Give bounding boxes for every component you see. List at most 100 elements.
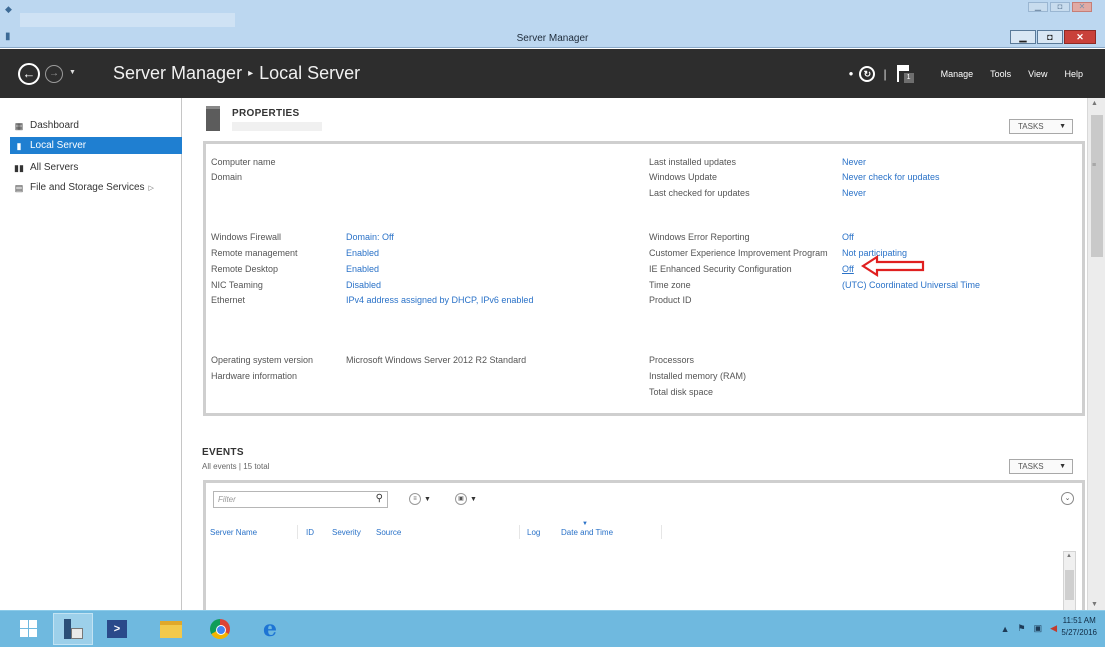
events-list-scrollbar[interactable]: ▲ bbox=[1063, 551, 1076, 615]
taskbar-chrome[interactable] bbox=[200, 613, 240, 645]
save-options-icon: ▣ bbox=[455, 493, 467, 505]
menu-tools[interactable]: Tools bbox=[990, 69, 1011, 79]
chevron-down-icon: ▼ bbox=[1059, 123, 1066, 130]
sidebar-item-dashboard[interactable]: ▦ Dashboard bbox=[10, 117, 182, 134]
properties-title: PROPERTIES bbox=[232, 108, 300, 119]
menu-manage[interactable]: Manage bbox=[941, 69, 974, 79]
search-icon[interactable]: ⚲ bbox=[376, 493, 383, 504]
chevron-down-icon: ▼ bbox=[1059, 463, 1066, 470]
last-installed-updates-link[interactable]: Never bbox=[842, 157, 866, 167]
taskbar-internet-explorer[interactable]: e bbox=[250, 613, 290, 645]
chrome-icon bbox=[210, 619, 230, 639]
server-manager-icon bbox=[63, 619, 83, 639]
toolbar-divider: | bbox=[883, 66, 887, 81]
column-header-id[interactable]: ID bbox=[306, 528, 314, 537]
powershell-icon: > bbox=[107, 620, 127, 638]
sidebar-item-local-server[interactable]: ▮ Local Server bbox=[10, 137, 182, 154]
filter-input[interactable] bbox=[214, 492, 364, 507]
breadcrumb-root[interactable]: Server Manager bbox=[113, 63, 242, 83]
network-icon[interactable]: ▣ bbox=[1034, 623, 1043, 634]
column-divider bbox=[519, 525, 520, 539]
history-dropdown-icon[interactable]: ▼ bbox=[69, 69, 76, 76]
property-label: Customer Experience Improvement Program bbox=[649, 248, 828, 258]
volume-icon[interactable]: ◀ bbox=[1050, 623, 1057, 634]
submenu-arrow-icon: ▷ bbox=[148, 184, 154, 192]
save-query-button[interactable]: ▣ ▼ bbox=[455, 493, 477, 505]
scroll-up-icon[interactable]: ▲ bbox=[1091, 100, 1098, 107]
maximize-button[interactable]: ◘ bbox=[1037, 30, 1063, 44]
taskbar-clock[interactable]: 11:51 AM 5/27/2016 bbox=[1061, 615, 1097, 639]
column-header-server-name[interactable]: Server Name bbox=[210, 528, 257, 537]
taskbar-powershell[interactable]: > bbox=[97, 613, 137, 645]
windows-error-reporting-link[interactable]: Off bbox=[842, 232, 854, 242]
chevron-down-icon: ▼ bbox=[424, 496, 431, 504]
windows-update-link[interactable]: Never check for updates bbox=[842, 172, 940, 182]
close-button[interactable]: ✕ bbox=[1064, 30, 1096, 44]
events-tasks-button[interactable]: TASKS ▼ bbox=[1009, 459, 1073, 474]
sidebar-item-label: File and Storage Services bbox=[30, 182, 145, 193]
property-label: NIC Teaming bbox=[211, 280, 263, 290]
sidebar-item-label: Dashboard bbox=[30, 120, 79, 131]
query-options-button[interactable]: ≡ ▼ bbox=[409, 493, 431, 505]
property-label: Operating system version bbox=[211, 355, 314, 365]
notification-count-badge: 1 bbox=[903, 72, 914, 83]
sidebar-item-all-servers[interactable]: ▮▮ All Servers bbox=[10, 159, 182, 176]
tasks-label: TASKS bbox=[1018, 122, 1044, 131]
remote-desktop-link[interactable]: Enabled bbox=[346, 264, 379, 274]
column-header-log[interactable]: Log bbox=[527, 528, 540, 537]
ethernet-link[interactable]: IPv4 address assigned by DHCP, IPv6 enab… bbox=[346, 295, 533, 305]
column-header-severity[interactable]: Severity bbox=[332, 528, 361, 537]
taskbar-file-explorer[interactable] bbox=[151, 613, 191, 645]
action-center-flag-icon[interactable]: ⚑ bbox=[1017, 623, 1025, 634]
property-label: Remote management bbox=[211, 248, 298, 258]
property-label: Product ID bbox=[649, 295, 692, 305]
background-window-controls: ▁ ◘ ✕ bbox=[1028, 2, 1094, 12]
column-header-date-and-time[interactable]: Date and Time bbox=[561, 528, 613, 537]
menu-view[interactable]: View bbox=[1028, 69, 1047, 79]
events-title: EVENTS bbox=[202, 447, 244, 458]
property-label: Installed memory (RAM) bbox=[649, 371, 747, 381]
system-tray: ▲ ⚑ ▣ ◀ bbox=[1001, 623, 1057, 634]
tasks-label: TASKS bbox=[1018, 462, 1044, 471]
back-arrow-icon[interactable]: ← bbox=[18, 63, 40, 85]
show-hidden-icons-icon[interactable]: ▲ bbox=[1001, 624, 1010, 634]
scroll-down-icon[interactable]: ▼ bbox=[1091, 601, 1098, 608]
minimize-button[interactable]: ▁ bbox=[1010, 30, 1036, 44]
window-titlebar[interactable]: ◆ ▮ ▁ ◘ ✕ Server Manager ▁ ◘ ✕ bbox=[0, 0, 1105, 48]
background-close-icon: ✕ bbox=[1072, 2, 1092, 12]
sidebar-item-label: All Servers bbox=[30, 162, 79, 173]
sidebar-item-file-and-storage-services[interactable]: ▤ File and Storage Services ▷ bbox=[10, 179, 182, 196]
nic-teaming-link[interactable]: Disabled bbox=[346, 280, 381, 290]
flag-cloth bbox=[898, 64, 909, 71]
refresh-icon[interactable]: ↻ bbox=[859, 65, 876, 82]
refresh-dropdown-icon[interactable]: ● bbox=[849, 69, 854, 78]
scroll-grip-icon: ≡ bbox=[1092, 162, 1097, 169]
notifications-flag-icon[interactable]: 1 bbox=[896, 64, 914, 84]
taskbar-server-manager[interactable] bbox=[53, 613, 93, 645]
time-zone-link[interactable]: (UTC) Coordinated Universal Time bbox=[842, 280, 980, 290]
background-maximize-icon: ◘ bbox=[1050, 2, 1070, 12]
property-label: IE Enhanced Security Configuration bbox=[649, 264, 792, 274]
scroll-thumb[interactable] bbox=[1065, 570, 1074, 600]
scroll-thumb[interactable] bbox=[1091, 115, 1103, 257]
menu-help[interactable]: Help bbox=[1064, 69, 1083, 79]
ie-enhanced-security-link[interactable]: Off bbox=[842, 264, 854, 274]
background-minimize-icon: ▁ bbox=[1028, 2, 1048, 12]
header-toolbar: ● ↻ | 1 Manage Tools View Help bbox=[849, 49, 1083, 98]
properties-tasks-button[interactable]: TASKS ▼ bbox=[1009, 119, 1073, 134]
expand-collapse-icon[interactable]: ⌄ bbox=[1061, 492, 1074, 505]
events-filter-box: ⚲ bbox=[213, 491, 388, 508]
property-label: Domain bbox=[211, 172, 243, 182]
remote-management-link[interactable]: Enabled bbox=[346, 248, 379, 258]
breadcrumb-current: Local Server bbox=[259, 63, 361, 83]
windows-firewall-link[interactable]: Domain: Off bbox=[346, 232, 394, 242]
start-button[interactable] bbox=[9, 613, 49, 645]
window-controls: ▁ ◘ ✕ bbox=[1010, 30, 1096, 44]
sidebar-item-label: Local Server bbox=[30, 140, 87, 151]
sidebar: ▦ Dashboard ▮ Local Server ▮▮ All Server… bbox=[0, 98, 182, 610]
last-checked-updates-link[interactable]: Never bbox=[842, 188, 866, 198]
column-header-source[interactable]: Source bbox=[376, 528, 401, 537]
scroll-up-icon[interactable]: ▲ bbox=[1066, 553, 1072, 559]
main-scrollbar[interactable]: ▲ ≡ ▼ bbox=[1087, 98, 1105, 610]
forward-arrow-icon[interactable]: → bbox=[45, 65, 63, 83]
